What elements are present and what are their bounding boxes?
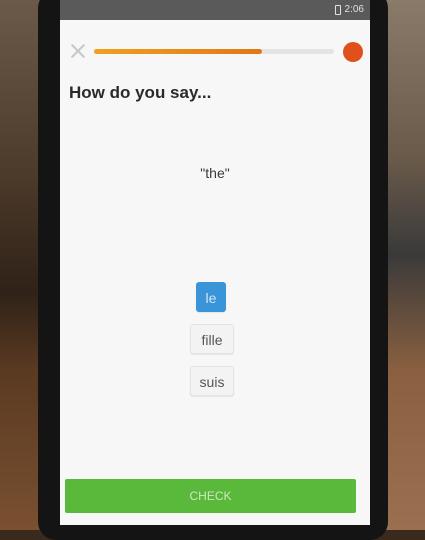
prompt-word: "the" (200, 165, 230, 181)
check-button[interactable]: CHECK (65, 479, 356, 513)
choice-fille[interactable]: fille (190, 324, 234, 354)
status-indicators: 2:06 (334, 4, 364, 15)
choice-suis[interactable]: suis (190, 366, 234, 396)
hearts-badge (343, 42, 363, 62)
app-screen: 2:06 How do you say... "the" le fille su… (60, 0, 370, 525)
lesson-header (60, 40, 370, 64)
question-title: How do you say... (69, 83, 212, 102)
status-bar: 2:06 (60, 0, 370, 20)
close-icon[interactable] (70, 43, 86, 59)
battery-icon (334, 4, 341, 15)
status-time: 2:06 (344, 4, 364, 15)
lesson-progress-bar (94, 49, 334, 54)
choice-le[interactable]: le (196, 282, 226, 312)
lesson-progress-fill (94, 49, 262, 54)
